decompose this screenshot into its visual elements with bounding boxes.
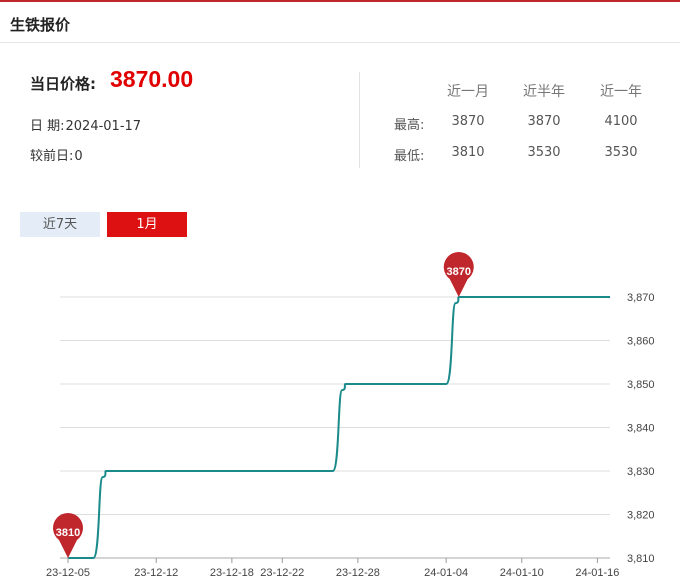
panel-header: 生铁报价 bbox=[0, 2, 680, 43]
low-year: 3530 bbox=[604, 145, 638, 160]
row-head-high: 最高: bbox=[394, 118, 425, 133]
panel-title: 生铁报价 bbox=[10, 16, 71, 34]
y-tick-label: 3,850 bbox=[627, 379, 655, 391]
change-row: 较前日:0 bbox=[30, 145, 83, 164]
x-tick-label: 23-12-05 bbox=[46, 567, 90, 578]
change-label: 较前日: bbox=[30, 149, 74, 164]
date-value: 2024-01-17 bbox=[65, 119, 142, 134]
low-half-year: 3530 bbox=[527, 145, 561, 160]
date-label: 日 期: bbox=[30, 119, 65, 134]
current-price: 3870.00 bbox=[110, 66, 194, 92]
y-tick-label: 3,840 bbox=[627, 423, 655, 435]
x-tick-label: 23-12-28 bbox=[336, 567, 380, 578]
y-tick-label: 3,810 bbox=[627, 553, 655, 565]
marker-label: 3810 bbox=[56, 527, 80, 539]
high-half-year: 3870 bbox=[527, 114, 561, 129]
col-head-month: 近一月 bbox=[447, 84, 489, 100]
y-tick-label: 3,860 bbox=[627, 336, 655, 348]
x-tick-label: 23-12-12 bbox=[134, 567, 178, 578]
high-month: 3870 bbox=[451, 114, 485, 129]
x-tick-label: 24-01-04 bbox=[424, 567, 468, 578]
max-min-marker: 3870 bbox=[443, 252, 474, 297]
price-label: 当日价格: bbox=[30, 75, 96, 93]
price-line-chart: 23-12-05 23-12-12 23-12-18 23-12-22 23-12-28… bbox=[46, 252, 655, 578]
change-value: 0 bbox=[74, 149, 83, 164]
y-tick-label: 3,830 bbox=[627, 466, 655, 478]
col-head-half-year: 近半年 bbox=[523, 84, 565, 100]
col-head-year: 近一年 bbox=[600, 84, 642, 100]
x-tick-label: 24-01-16 bbox=[575, 567, 619, 578]
low-month: 3810 bbox=[451, 145, 485, 160]
tab-7-days[interactable]: 近7天 bbox=[20, 212, 100, 237]
x-tick-label: 24-01-10 bbox=[500, 567, 544, 578]
x-tick-label: 23-12-22 bbox=[260, 567, 304, 578]
marker-label: 3870 bbox=[447, 266, 471, 278]
max-min-marker: 3810 bbox=[53, 513, 84, 558]
divider bbox=[359, 72, 360, 168]
y-tick-label: 3,870 bbox=[627, 292, 655, 304]
y-tick-label: 3,820 bbox=[627, 510, 655, 522]
high-year: 4100 bbox=[604, 114, 638, 129]
x-tick-label: 23-12-18 bbox=[210, 567, 254, 578]
date-row: 日 期:2024-01-17 bbox=[30, 115, 141, 134]
row-head-low: 最低: bbox=[394, 149, 425, 164]
tab-1-month[interactable]: 1月 bbox=[107, 212, 187, 237]
